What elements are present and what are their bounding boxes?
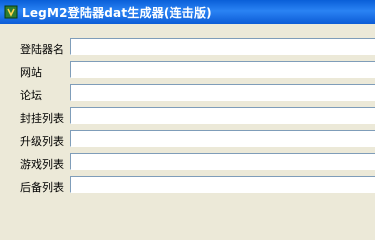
backup-list-label: 后备列表 xyxy=(20,181,64,194)
launcher-name-input[interactable] xyxy=(70,38,375,55)
ban-list-label: 封挂列表 xyxy=(20,112,64,125)
form-row-launcher-name: 登陆器名 xyxy=(0,37,375,57)
window-title: LegM2登陆器dat生成器(连击版) xyxy=(22,5,212,20)
website-input[interactable] xyxy=(70,61,375,78)
launcher-name-label: 登陆器名 xyxy=(20,43,64,56)
update-list-label: 升级列表 xyxy=(20,135,64,148)
website-label: 网站 xyxy=(20,66,42,79)
game-list-label: 游戏列表 xyxy=(20,158,64,171)
backup-list-input[interactable] xyxy=(70,176,375,193)
app-icon[interactable] xyxy=(4,5,18,19)
forum-input[interactable] xyxy=(70,84,375,101)
form-row-forum: 论坛 xyxy=(0,83,375,103)
form-row-game-list: 游戏列表 xyxy=(0,152,375,172)
update-list-input[interactable] xyxy=(70,130,375,147)
form-row-website: 网站 xyxy=(0,60,375,80)
form-row-ban-list: 封挂列表 xyxy=(0,106,375,126)
title-bar[interactable]: LegM2登陆器dat生成器(连击版) xyxy=(0,0,375,24)
form-panel: 登陆器名 网站 论坛 封挂列表 升级列表 游戏列表 后备列表 xyxy=(0,24,375,238)
game-list-input[interactable] xyxy=(70,153,375,170)
ban-list-input[interactable] xyxy=(70,107,375,124)
forum-label: 论坛 xyxy=(20,89,42,102)
form-row-update-list: 升级列表 xyxy=(0,129,375,149)
form-row-backup-list: 后备列表 xyxy=(0,175,375,195)
